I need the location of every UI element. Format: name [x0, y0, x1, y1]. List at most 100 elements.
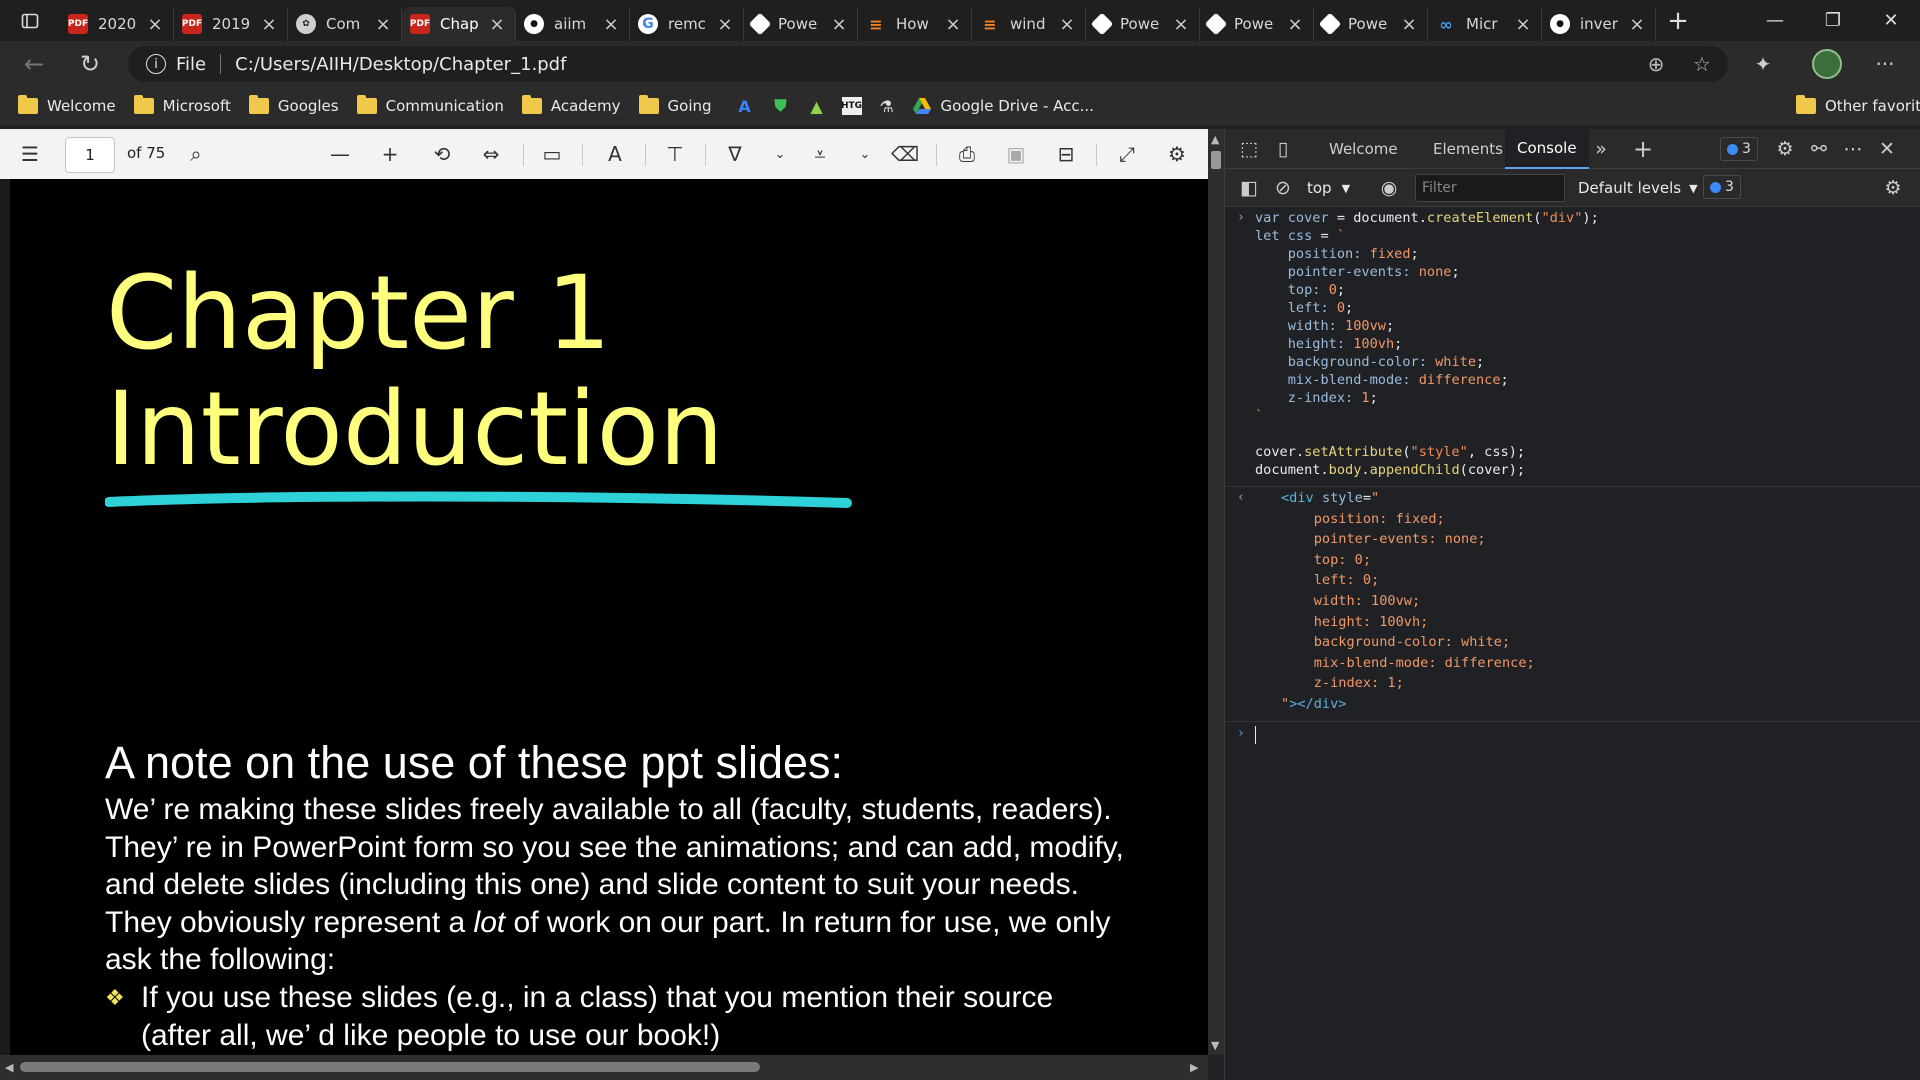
draw-icon[interactable]: ∇: [720, 139, 750, 169]
pdf-horizontal-scrollbar[interactable]: ◀ ▶: [0, 1055, 1208, 1080]
azure-icon[interactable]: A: [734, 95, 756, 117]
browser-tab[interactable]: Powe ×: [1200, 7, 1314, 41]
page-view-icon[interactable]: ▭: [537, 139, 567, 169]
browser-tab[interactable]: ● inver ×: [1542, 7, 1656, 41]
zoom-out-icon[interactable]: —: [325, 139, 355, 169]
device-emulation-icon[interactable]: ▯: [1269, 135, 1297, 163]
scroll-right-icon[interactable]: ▶: [1190, 1061, 1198, 1074]
scroll-left-icon[interactable]: ◀: [5, 1061, 13, 1074]
issues-badge[interactable]: 3: [1720, 137, 1758, 161]
close-tab-icon[interactable]: ×: [1171, 14, 1191, 35]
pdf-viewer[interactable]: Chapter 1 Introduction A note on the use…: [0, 179, 1208, 1055]
customize-icon[interactable]: ⚯: [1805, 135, 1833, 163]
close-tab-icon[interactable]: ×: [715, 14, 735, 35]
tab-elements[interactable]: Elements: [1421, 129, 1515, 169]
gear-icon[interactable]: ⚙: [1879, 174, 1907, 202]
zoom-in-icon[interactable]: +: [375, 139, 405, 169]
text-box-icon[interactable]: ⊤: [660, 139, 690, 169]
browser-tab[interactable]: ✿ Com ×: [288, 7, 402, 41]
page-number-input[interactable]: 1: [65, 137, 115, 173]
close-tab-icon[interactable]: ×: [373, 14, 393, 35]
gear-icon[interactable]: ⚙: [1162, 139, 1192, 169]
save-icon[interactable]: ▣: [1001, 139, 1031, 169]
browser-tab[interactable]: ● aiim ×: [516, 7, 630, 41]
back-button[interactable]: ←: [14, 44, 54, 84]
htg-icon[interactable]: HTG: [841, 97, 862, 115]
browser-tab[interactable]: Powe ×: [1314, 7, 1428, 41]
print-icon[interactable]: ⎙: [952, 139, 982, 169]
profile-button[interactable]: [1804, 41, 1850, 87]
console-output[interactable]: › var cover = document.createElement("di…: [1225, 207, 1920, 748]
browser-tab[interactable]: PDF Chap ×: [402, 7, 516, 41]
browser-tab[interactable]: ≡ wind ×: [972, 7, 1086, 41]
minimize-button[interactable]: —: [1746, 0, 1804, 41]
browser-tab[interactable]: ∞ Micr ×: [1428, 7, 1542, 41]
inspect-icon[interactable]: ⬚: [1235, 135, 1263, 163]
favorite-google-drive[interactable]: Google Drive - Acc...: [912, 97, 1094, 115]
close-icon[interactable]: ✕: [1873, 135, 1901, 163]
tab-welcome[interactable]: Welcome: [1317, 129, 1410, 169]
chevron-down-icon[interactable]: ⌄: [850, 139, 880, 169]
clear-console-icon[interactable]: ⊘: [1269, 174, 1297, 202]
search-icon[interactable]: ⌕: [181, 139, 211, 169]
scroll-up-icon[interactable]: ▲: [1211, 133, 1219, 146]
sidebar-toggle-icon[interactable]: ◧: [1235, 174, 1263, 202]
context-select[interactable]: top ▼: [1307, 175, 1363, 201]
highlight-icon[interactable]: ⩡: [805, 139, 835, 169]
console-prompt[interactable]: ›: [1225, 722, 1920, 748]
close-tab-icon[interactable]: ×: [259, 14, 279, 35]
filter-input[interactable]: [1415, 174, 1565, 202]
tab-actions-button[interactable]: [0, 0, 60, 41]
favorite-folder[interactable]: Microsoft: [133, 95, 231, 115]
close-tab-icon[interactable]: ×: [487, 14, 507, 35]
close-tab-icon[interactable]: ×: [1285, 14, 1305, 35]
browser-tab[interactable]: Powe ×: [1086, 7, 1200, 41]
fullscreen-icon[interactable]: ⤢: [1112, 139, 1142, 169]
close-tab-icon[interactable]: ×: [145, 14, 165, 35]
browser-tab[interactable]: PDF 2020 ×: [60, 7, 174, 41]
close-tab-icon[interactable]: ×: [943, 14, 963, 35]
close-tab-icon[interactable]: ×: [1057, 14, 1077, 35]
scrollbar-thumb[interactable]: [1211, 151, 1221, 169]
close-tab-icon[interactable]: ×: [1399, 14, 1419, 35]
info-icon[interactable]: i: [146, 54, 166, 74]
restore-button[interactable]: ❐: [1804, 0, 1862, 41]
url-text[interactable]: C:/Users/AIIH/Desktop/Chapter_1.pdf: [235, 54, 566, 75]
browser-tab[interactable]: ≡ How ×: [858, 7, 972, 41]
scroll-down-icon[interactable]: ▼: [1211, 1039, 1219, 1052]
pdf-vertical-scrollbar[interactable]: ▲ ▼: [1208, 129, 1224, 1055]
new-tab-button[interactable]: +: [1656, 4, 1700, 38]
save-as-icon[interactable]: ⊟: [1051, 139, 1081, 169]
other-favorites[interactable]: Other favorites: [1796, 95, 1920, 115]
zoom-icon[interactable]: ⊕: [1638, 46, 1674, 82]
shield-icon[interactable]: ⛊: [770, 95, 792, 117]
levels-issues-badge[interactable]: 3: [1703, 175, 1741, 199]
settings-menu-button[interactable]: ···: [1862, 41, 1908, 87]
browser-tab[interactable]: PDF 2019 ×: [174, 7, 288, 41]
rotate-icon[interactable]: ⟲: [427, 139, 457, 169]
read-aloud-icon[interactable]: A: [600, 139, 630, 169]
table-of-contents-icon[interactable]: ☰: [15, 139, 45, 169]
add-tab-icon[interactable]: +: [1629, 135, 1657, 163]
favorite-folder[interactable]: Academy: [521, 95, 621, 115]
close-tab-icon[interactable]: ×: [1513, 14, 1533, 35]
address-bar[interactable]: i File C:/Users/AIIH/Desktop/Chapter_1.p…: [128, 46, 1728, 82]
more-icon[interactable]: ⋯: [1839, 135, 1867, 163]
close-tab-icon[interactable]: ×: [601, 14, 621, 35]
tab-console[interactable]: Console: [1505, 129, 1589, 169]
favorite-folder[interactable]: Communication: [356, 95, 504, 115]
gear-icon[interactable]: ⚙: [1771, 135, 1799, 163]
log-levels-dropdown[interactable]: Default levels ▼: [1578, 175, 1698, 201]
browser-tab[interactable]: Gremc ×: [630, 7, 744, 41]
browser-tab[interactable]: Powe ×: [744, 7, 858, 41]
close-tab-icon[interactable]: ×: [1627, 14, 1647, 35]
add-favorite-icon[interactable]: ☆: [1684, 46, 1720, 82]
android-icon[interactable]: ▲: [806, 95, 828, 117]
reload-button[interactable]: ↻: [70, 44, 110, 84]
close-tab-icon[interactable]: ×: [829, 14, 849, 35]
close-window-button[interactable]: ✕: [1862, 0, 1920, 41]
favorite-folder[interactable]: Welcome: [18, 95, 116, 115]
live-expression-icon[interactable]: ◉: [1375, 174, 1403, 202]
scrollbar-thumb[interactable]: [20, 1062, 760, 1072]
flask-icon[interactable]: ⚗: [876, 95, 898, 117]
